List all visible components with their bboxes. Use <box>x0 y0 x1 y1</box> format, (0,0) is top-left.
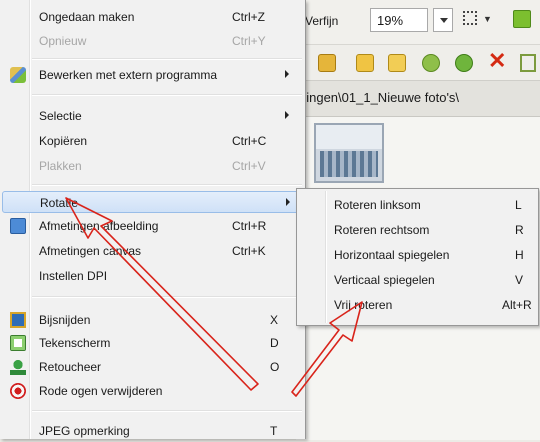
submenu-arrow-icon <box>285 70 289 78</box>
menu-separator <box>32 410 302 412</box>
menu-item-label: Roteren rechtsom <box>334 223 430 237</box>
menu-item-label: Selectie <box>39 109 82 123</box>
path-text[interactable]: dingen\01_1_Nieuwe foto's\ <box>299 90 459 105</box>
draw-icon <box>10 335 26 351</box>
menu-item-label: Horizontaal spiegelen <box>334 248 450 262</box>
menu-item-set-dpi[interactable]: Instellen DPI <box>2 265 302 287</box>
menu-item-redo[interactable]: Opnieuw Ctrl+Y <box>2 30 302 52</box>
delete-icon[interactable]: ✕ <box>488 50 506 72</box>
submenu-item-flip-vertical[interactable]: Verticaal spiegelen V <box>299 269 536 291</box>
menu-item-label: Plakken <box>39 159 82 173</box>
crop-icon <box>10 312 26 328</box>
context-menu: Ongedaan maken Ctrl+Z Opnieuw Ctrl+Y Bew… <box>0 0 306 439</box>
menu-item-copy[interactable]: Kopiëren Ctrl+C <box>2 130 302 152</box>
menu-item-red-eye[interactable]: Rode ogen verwijderen <box>2 380 302 402</box>
new-folder-icon[interactable] <box>388 54 406 72</box>
menu-item-label: Afmetingen canvas <box>39 244 142 258</box>
menu-item-shortcut: Alt+R <box>502 298 532 312</box>
resize-icon <box>10 218 26 234</box>
menu-item-paste[interactable]: Plakken Ctrl+V <box>2 155 302 177</box>
menu-item-label: Rotatie <box>40 196 79 210</box>
tool-icon[interactable] <box>520 54 536 72</box>
submenu-arrow-icon <box>285 111 289 119</box>
refine-label[interactable]: Verfijn <box>305 14 338 28</box>
move-to-folder-icon[interactable] <box>455 54 473 72</box>
menu-item-label: Verticaal spiegelen <box>334 273 435 287</box>
menu-item-shortcut: O <box>270 360 280 374</box>
menu-item-shortcut: T <box>270 424 278 438</box>
menu-item-shortcut: D <box>270 336 279 350</box>
menu-item-image-size[interactable]: Afmetingen afbeelding Ctrl+R <box>2 215 302 237</box>
menu-item-rotate[interactable]: Rotatie <box>2 191 302 213</box>
menu-item-shortcut: Ctrl+Z <box>232 10 265 24</box>
menu-item-shortcut: Ctrl+C <box>232 134 267 148</box>
zoom-value: 19% <box>377 13 404 28</box>
menu-item-shortcut: Ctrl+Y <box>232 34 266 48</box>
red-eye-icon <box>10 383 26 399</box>
menu-separator <box>32 58 302 60</box>
menu-item-label: Rode ogen verwijderen <box>39 384 163 398</box>
menu-item-shortcut: X <box>270 313 279 327</box>
menu-item-label: Roteren linksom <box>334 198 421 212</box>
menu-item-label: Vrij roteren <box>334 298 393 312</box>
menu-item-shortcut: Ctrl+V <box>232 159 266 173</box>
menu-item-label: Opnieuw <box>39 34 87 48</box>
menu-item-label: Ongedaan maken <box>39 10 135 24</box>
submenu-item-free-rotate[interactable]: Vrij roteren Alt+R <box>299 294 536 316</box>
menu-item-selection[interactable]: Selectie <box>2 105 302 127</box>
submenu-arrow-icon <box>286 198 290 206</box>
submenu-item-flip-horizontal[interactable]: Horizontaal spiegelen H <box>299 244 536 266</box>
menu-item-label: Kopiëren <box>39 134 88 148</box>
image-tool-icon[interactable] <box>513 10 531 28</box>
submenu-item-rotate-right[interactable]: Roteren rechtsom R <box>299 219 536 241</box>
menu-item-draw[interactable]: Tekenscherm D <box>2 332 302 354</box>
menu-item-label: JPEG opmerking <box>39 424 130 438</box>
menu-item-label: Afmetingen afbeelding <box>39 219 159 233</box>
menu-item-shortcut: V <box>515 273 524 287</box>
chevron-down-icon[interactable]: ▼ <box>483 14 492 24</box>
menu-separator <box>32 296 302 298</box>
retouch-icon <box>10 359 26 375</box>
image-thumbnail[interactable] <box>314 123 384 183</box>
menu-separator <box>32 184 302 186</box>
copy-to-folder-icon[interactable] <box>422 54 440 72</box>
zoom-dropdown-button[interactable] <box>433 8 453 32</box>
menu-item-crop[interactable]: Bijsnijden X <box>2 309 302 331</box>
submenu-item-rotate-left[interactable]: Roteren linksom L <box>299 194 536 216</box>
menu-item-shortcut: L <box>515 198 522 212</box>
menu-item-shortcut: Ctrl+K <box>232 244 266 258</box>
selection-marquee-icon[interactable] <box>463 11 477 25</box>
menu-item-label: Bijsnijden <box>39 313 91 327</box>
menu-item-edit-external[interactable]: Bewerken met extern programma <box>2 64 302 86</box>
refresh-folder-icon[interactable] <box>318 54 336 72</box>
menu-item-undo[interactable]: Ongedaan maken Ctrl+Z <box>2 6 302 28</box>
menu-item-shortcut: R <box>515 223 524 237</box>
menu-item-label: Tekenscherm <box>39 336 111 350</box>
rotate-submenu: Roteren linksom L Roteren rechtsom R Hor… <box>296 188 539 326</box>
menu-item-shortcut: H <box>515 248 524 262</box>
menu-item-retouch[interactable]: Retoucheer O <box>2 356 302 378</box>
menu-item-canvas-size[interactable]: Afmetingen canvas Ctrl+K <box>2 240 302 262</box>
menu-item-label: Bewerken met extern programma <box>39 68 218 82</box>
zoom-input[interactable]: 19% <box>370 8 428 32</box>
menu-item-label: Instellen DPI <box>39 269 108 283</box>
menu-separator <box>32 94 302 96</box>
folder-up-icon[interactable] <box>356 54 374 72</box>
menu-item-label: Retoucheer <box>39 360 102 374</box>
external-editor-icon <box>10 67 26 83</box>
menu-item-shortcut: Ctrl+R <box>232 219 267 233</box>
